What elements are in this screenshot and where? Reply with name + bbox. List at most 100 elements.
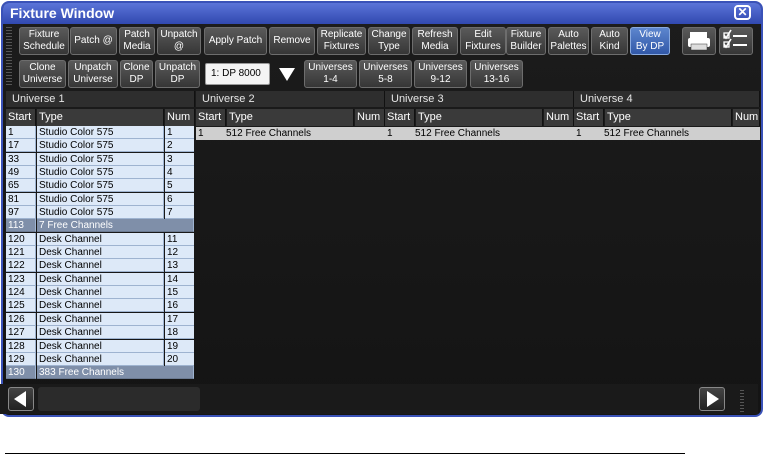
cell-start: 113	[6, 219, 36, 233]
cell-type: Desk Channel	[37, 326, 164, 340]
table-row[interactable]: 129 Desk Channel 20	[6, 352, 194, 366]
table-row[interactable]: 49 Studio Color 575 4	[6, 166, 194, 180]
cell-start: 122	[6, 259, 36, 273]
table-row[interactable]: 130 383 Free Channels	[6, 366, 194, 380]
checklist-icon[interactable]	[719, 27, 753, 55]
apply-patch-button[interactable]: Apply Patch	[204, 27, 267, 55]
column-header-type[interactable]: Type	[416, 109, 543, 126]
column-header-num[interactable]: Num	[733, 109, 760, 126]
column-header-num[interactable]: Num	[165, 109, 195, 126]
column-header-type[interactable]: Type	[227, 109, 354, 126]
cell-start: 128	[6, 339, 36, 353]
refresh-media-button[interactable]: Refresh Media	[412, 27, 458, 55]
horizontal-scrollbar[interactable]	[38, 387, 200, 411]
cell-num: 19	[165, 339, 194, 353]
table-row[interactable]: 123 Desk Channel 14	[6, 272, 194, 286]
table-row[interactable]: 122 Desk Channel 13	[6, 259, 194, 273]
cell-type: Desk Channel	[37, 352, 164, 366]
universes-13-16-button[interactable]: Universes 13-16	[470, 60, 523, 88]
cell-type: 383 Free Channels	[37, 366, 194, 380]
column-header-start[interactable]: Start	[196, 109, 226, 126]
clone-dp-button[interactable]: Clone DP	[120, 60, 153, 88]
auto-kind-button[interactable]: Auto Kind	[591, 27, 628, 55]
column-header-start[interactable]: Start	[574, 109, 604, 126]
column-header-type[interactable]: Type	[37, 109, 164, 126]
unpatch-dp-button[interactable]: Unpatch DP	[155, 60, 200, 88]
universes-1-4-button[interactable]: Universes 1-4	[304, 60, 357, 88]
universe-1-rows: 1 Studio Color 575 1 17 Studio Color 575 2 33 S…	[6, 126, 194, 380]
cell-type: Desk Channel	[37, 286, 164, 300]
table-row[interactable]: 17 Studio Color 575 2	[6, 139, 194, 153]
resize-grip[interactable]	[740, 390, 744, 412]
cell-start: 121	[6, 246, 36, 260]
column-header-num[interactable]: Num	[544, 109, 574, 126]
unpatch-at-button[interactable]: Unpatch @	[157, 27, 201, 55]
table-row[interactable]: 128 Desk Channel 19	[6, 339, 194, 353]
table-row[interactable]: 33 Studio Color 575 3	[6, 152, 194, 166]
cell-start: 65	[6, 179, 36, 193]
column-header-start[interactable]: Start	[385, 109, 415, 126]
remove-button[interactable]: Remove	[269, 27, 315, 55]
fixture-builder-button[interactable]: Fixture Builder	[506, 27, 546, 55]
cell-num: 12	[165, 246, 194, 260]
scroll-left-button[interactable]	[8, 387, 34, 411]
universes-5-8-button[interactable]: Universes 5-8	[359, 60, 412, 88]
cell-start: 33	[6, 152, 36, 166]
table-row[interactable]: 81 Studio Color 575 6	[6, 192, 194, 206]
cell-start: 81	[6, 192, 36, 206]
table-row[interactable]: 121 Desk Channel 12	[6, 246, 194, 260]
dp-dropdown-arrow-icon[interactable]	[276, 63, 298, 85]
cell-type: Desk Channel	[37, 232, 164, 246]
table-row[interactable]: 125 Desk Channel 16	[6, 299, 194, 313]
toolbar-grip[interactable]	[6, 27, 12, 87]
cell-num: 7	[165, 206, 194, 220]
table-row[interactable]: 127 Desk Channel 18	[6, 326, 194, 340]
table-row[interactable]: 113 7 Free Channels	[6, 219, 194, 233]
cell-type: Studio Color 575	[37, 166, 164, 180]
cell-type: Desk Channel	[37, 339, 164, 353]
clone-universe-button[interactable]: Clone Universe	[19, 60, 66, 88]
cell-start: 97	[6, 206, 36, 220]
print-icon[interactable]	[682, 27, 716, 55]
auto-palettes-button[interactable]: Auto Palettes	[548, 27, 589, 55]
table-row[interactable]: 65 Studio Color 575 5	[6, 179, 194, 193]
table-row[interactable]: 1 512 Free Channels	[196, 127, 385, 140]
cell-num: 17	[165, 312, 194, 326]
patch-media-button[interactable]: Patch Media	[119, 27, 155, 55]
table-row[interactable]: 126 Desk Channel 17	[6, 312, 194, 326]
fixture-schedule-button[interactable]: Fixture Schedule	[19, 27, 69, 55]
scroll-right-button[interactable]	[699, 387, 725, 411]
cell-num: 18	[165, 326, 194, 340]
column-header-start[interactable]: Start	[6, 109, 36, 126]
column-header-num[interactable]: Num	[355, 109, 385, 126]
table-row[interactable]: 1 512 Free Channels	[574, 127, 760, 140]
table-row[interactable]: 124 Desk Channel 15	[6, 286, 194, 300]
cell-num: 1	[165, 126, 194, 139]
table-row[interactable]: 1 512 Free Channels	[385, 127, 574, 140]
close-icon[interactable]: ✕	[734, 5, 751, 20]
replicate-fixtures-button[interactable]: Replicate Fixtures	[317, 27, 366, 55]
cell-start: 124	[6, 286, 36, 300]
patch-at-button[interactable]: Patch @	[70, 27, 117, 55]
edit-fixtures-button[interactable]: Edit Fixtures	[460, 27, 506, 55]
unpatch-universe-button[interactable]: Unpatch Universe	[68, 60, 118, 88]
column-header-type[interactable]: Type	[605, 109, 732, 126]
cell-start: 17	[6, 139, 36, 153]
change-type-button[interactable]: Change Type	[368, 27, 410, 55]
cell-num: 13	[165, 259, 194, 273]
universe-header: Universe 4	[574, 91, 760, 107]
dp-select[interactable]: 1: DP 8000	[205, 63, 270, 85]
cell-type: Desk Channel	[37, 259, 164, 273]
table-row[interactable]: 120 Desk Channel 11	[6, 232, 194, 246]
universes-9-12-button[interactable]: Universes 9-12	[414, 60, 467, 88]
cell-type: Studio Color 575	[37, 152, 164, 166]
cell-start: 1	[387, 128, 393, 139]
cell-type: Studio Color 575	[37, 206, 164, 220]
view-by-dp-button[interactable]: View By DP	[630, 27, 670, 55]
cell-type: 7 Free Channels	[37, 219, 194, 233]
cell-num: 14	[165, 272, 194, 286]
table-row[interactable]: 97 Studio Color 575 7	[6, 206, 194, 220]
table-row[interactable]: 1 Studio Color 575 1	[6, 126, 194, 139]
cell-num: 11	[165, 232, 194, 246]
universe-header: Universe 2	[196, 91, 385, 107]
